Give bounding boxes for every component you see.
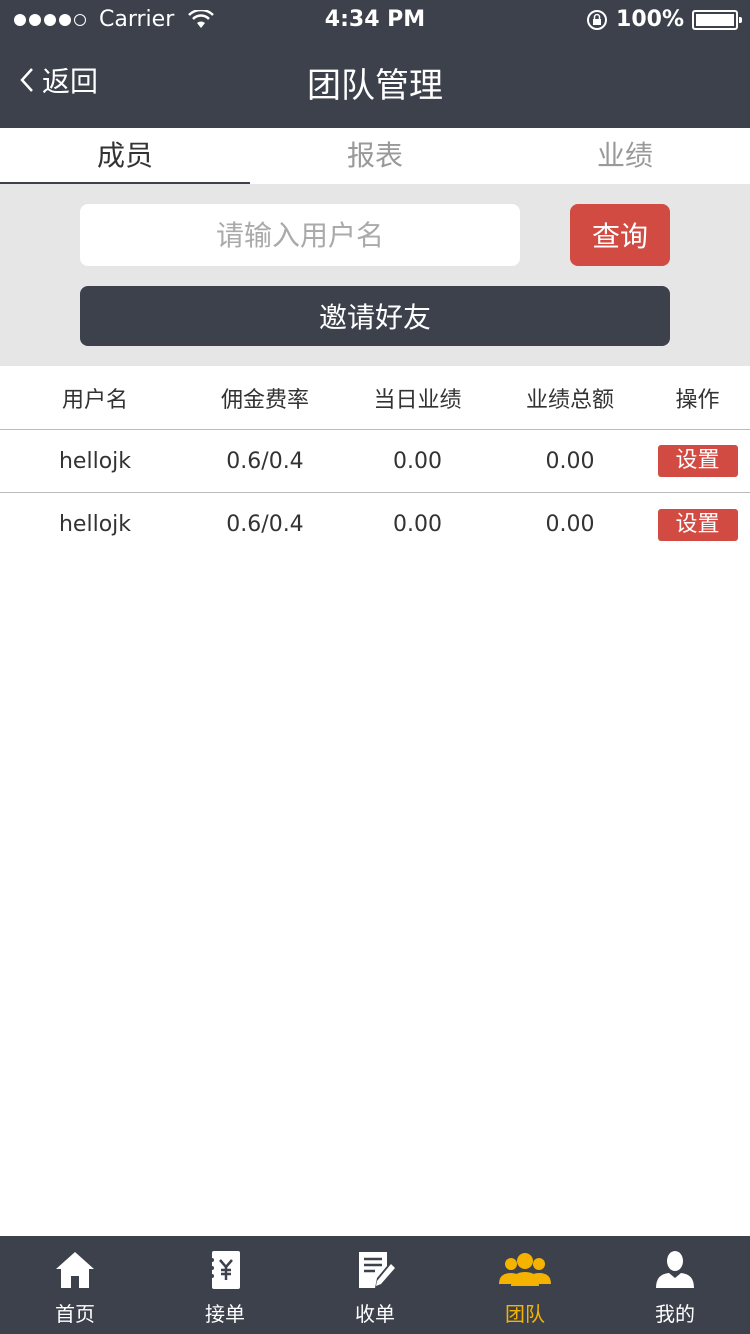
tab-reports[interactable]: 报表 [250, 128, 500, 184]
members-table: 用户名 佣金费率 当日业绩 业绩总额 操作 hellojk 0.6/0.4 0.… [0, 366, 750, 556]
battery-icon [692, 9, 742, 30]
settings-button[interactable]: 设置 [657, 508, 738, 541]
cell-action: 设置 [645, 430, 750, 492]
table-row: hellojk 0.6/0.4 0.00 0.00 设置 [0, 430, 750, 493]
invite-friend-button[interactable]: 邀请好友 [80, 286, 670, 346]
status-right: 100% [586, 7, 742, 32]
cell-commission-rate: 0.6/0.4 [226, 512, 304, 537]
bottom-tab-label: 收单 [355, 1302, 395, 1326]
bottom-tab-team[interactable]: 团队 [450, 1236, 600, 1334]
cell-commission-rate: 0.6/0.4 [226, 448, 304, 474]
header-today-performance: 当日业绩 [373, 387, 462, 413]
cell-total-performance: 0.00 [545, 512, 595, 537]
table-header: 用户名 佣金费率 当日业绩 业绩总额 操作 [0, 366, 750, 430]
user-icon [656, 1251, 694, 1288]
header-commission-rate: 佣金费率 [220, 387, 309, 413]
home-icon [56, 1252, 94, 1288]
header-action: 操作 [675, 387, 720, 413]
settings-button[interactable]: 设置 [657, 445, 738, 477]
nav-bar: 返回 团队管理 [0, 40, 750, 128]
tab-performance[interactable]: 业绩 [500, 128, 750, 184]
cell-today-performance: 0.00 [393, 512, 442, 537]
cell-action: 设置 [645, 493, 750, 556]
bottom-tab-label: 首页 [55, 1302, 95, 1326]
top-bar: Carrier 4:34 PM 100% 返回 团队管理 [0, 0, 750, 128]
bottom-tab-collect-order[interactable]: 收单 [300, 1236, 450, 1334]
order-receipt-icon [210, 1251, 240, 1289]
tab-members[interactable]: 成员 [0, 128, 250, 184]
team-icon [499, 1253, 551, 1286]
rotation-lock-icon [587, 9, 608, 30]
edit-document-icon [359, 1252, 395, 1288]
page-title: 团队管理 [307, 66, 443, 106]
table-row: hellojk 0.6/0.4 0.00 0.00 设置 [0, 493, 750, 556]
bottom-tab-label: 我的 [655, 1302, 695, 1326]
cell-total-performance: 0.00 [545, 448, 595, 474]
cell-username: hellojk [58, 512, 131, 537]
bottom-tab-mine[interactable]: 我的 [600, 1236, 750, 1334]
bottom-tab-label: 团队 [505, 1302, 545, 1326]
bottom-tab-bar: 首页 接单 收单 团队 我的 [0, 1236, 750, 1334]
segment-tabs: 成员 报表 业绩 [0, 128, 750, 184]
bottom-tab-receive-order[interactable]: 接单 [150, 1236, 300, 1334]
header-username: 用户名 [61, 387, 128, 413]
cell-today-performance: 0.00 [393, 448, 442, 474]
bottom-tab-label: 接单 [205, 1302, 245, 1326]
bottom-tab-home[interactable]: 首页 [0, 1236, 150, 1334]
status-bar: Carrier 4:34 PM 100% [0, 0, 750, 40]
cell-username: hellojk [58, 448, 131, 474]
battery-percentage: 100% [616, 7, 684, 32]
query-button[interactable]: 查询 [570, 204, 670, 266]
search-area: 查询 邀请好友 [0, 184, 750, 366]
header-total-performance: 业绩总额 [525, 387, 614, 413]
username-search-input[interactable] [80, 204, 520, 266]
